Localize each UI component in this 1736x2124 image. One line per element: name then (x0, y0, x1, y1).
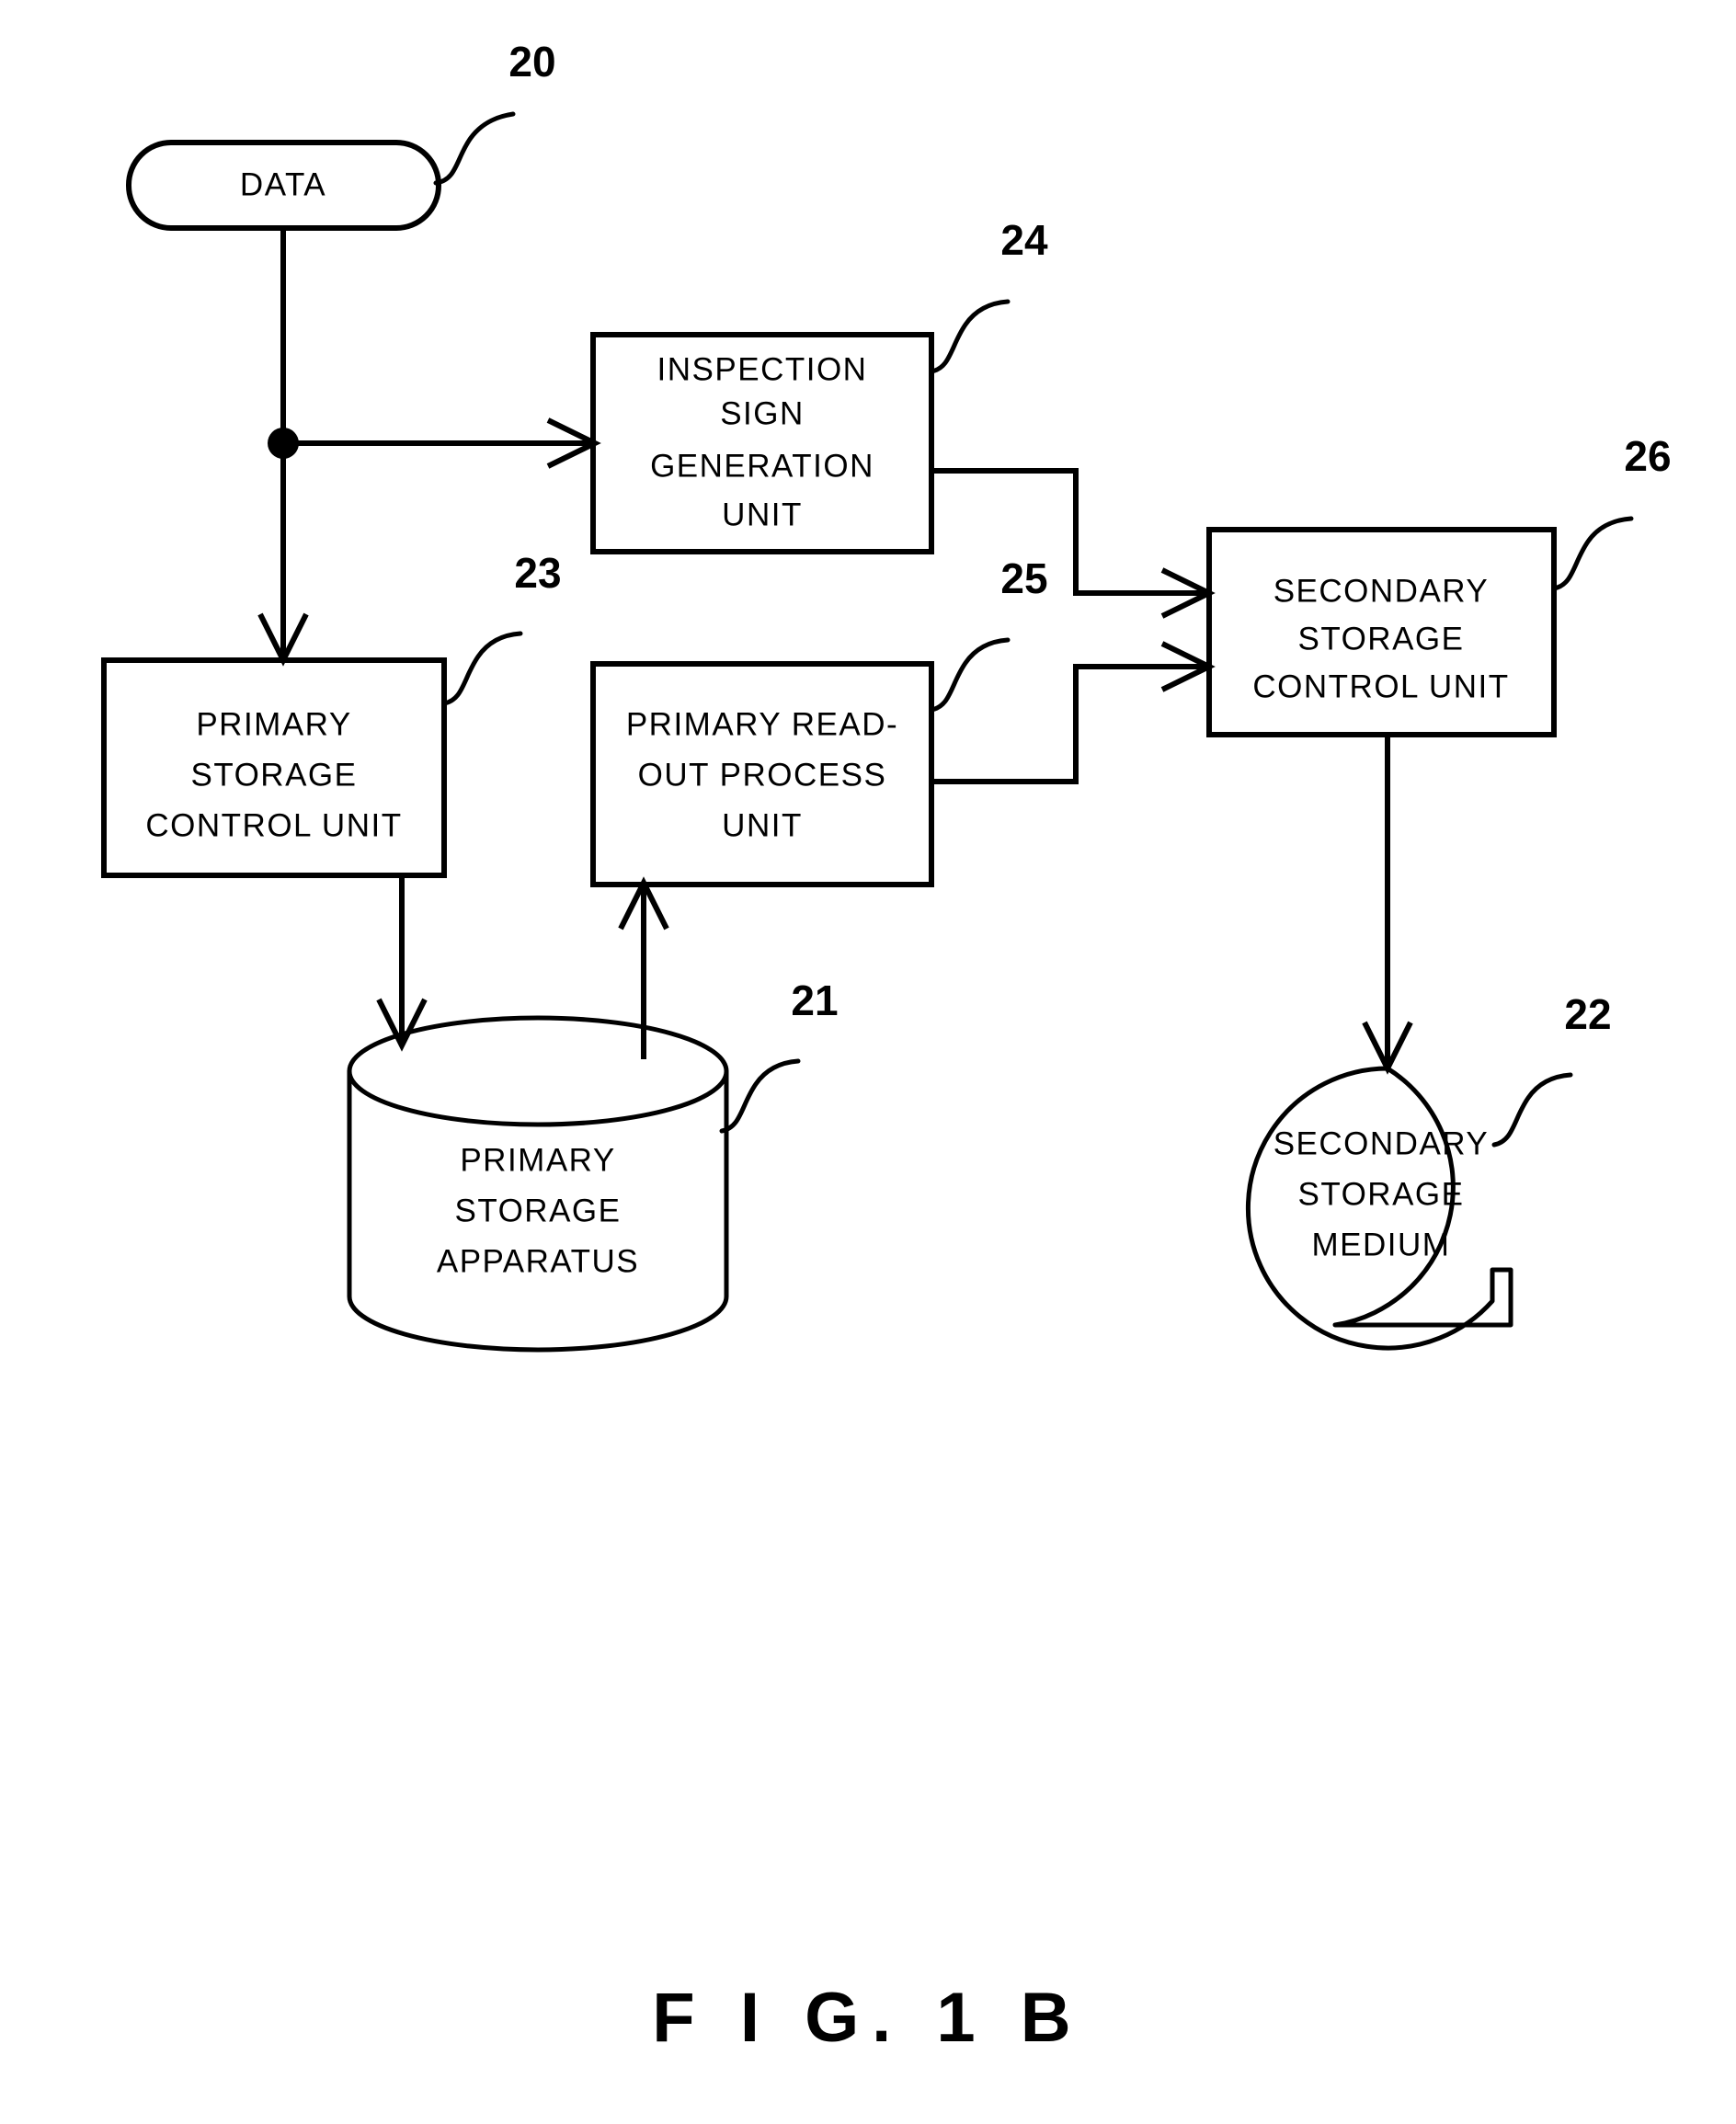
node-inspection-sign-generation-unit[interactable]: INSPECTION SIGN GENERATION UNIT (590, 332, 934, 554)
ref-number-24: 24 (1000, 216, 1048, 264)
inspection-label-line3: GENERATION (650, 448, 874, 484)
leader-line-26 (1551, 516, 1634, 591)
connector-junction-to-primary-storage-control-unit (257, 443, 309, 667)
inspection-label-line2: SIGN (720, 395, 805, 431)
leader-line-23 (441, 631, 523, 706)
data-label-line1: DATA (240, 166, 326, 202)
primary-storage-apparatus-label-line2: STORAGE (454, 1193, 621, 1228)
node-data[interactable]: DATA (126, 140, 441, 231)
ref-number-20: 20 (508, 38, 555, 86)
patent-figure: DATA INSPECTION SIGN GENERATION UNIT PRI… (0, 0, 1736, 2124)
connector-line (931, 664, 1207, 784)
node-primary-read-out-process-unit[interactable]: PRIMARY READ- OUT PROCESS UNIT (590, 661, 934, 887)
ref-number-26: 26 (1624, 432, 1671, 480)
figure-caption: F I G. 1 B (652, 1979, 1083, 2057)
connector-inspection-to-secondary-storage-control-unit (931, 468, 1216, 619)
primary-storage-control-label-line2: STORAGE (190, 757, 357, 793)
ref-number-22: 22 (1564, 990, 1611, 1038)
primary-read-out-label-line1: PRIMARY READ- (626, 706, 898, 742)
ref-number-23: 23 (514, 549, 561, 597)
secondary-storage-control-label-line1: SECONDARY (1273, 573, 1490, 609)
node-primary-storage-control-unit[interactable]: PRIMARY STORAGE CONTROL UNIT (101, 657, 447, 878)
primary-read-out-label-line3: UNIT (722, 807, 803, 843)
inspection-label-line4: UNIT (722, 497, 803, 532)
primary-read-out-label-line2: OUT PROCESS (638, 757, 887, 793)
primary-storage-control-label-line1: PRIMARY (196, 706, 351, 742)
connector-readout-to-secondary-storage-control-unit (931, 641, 1216, 784)
leader-line-20 (433, 111, 516, 186)
junction-dot (268, 428, 299, 459)
ref-callout-26: 26 (1551, 432, 1672, 591)
primary-storage-apparatus-label-line1: PRIMARY (460, 1142, 615, 1178)
ref-callout-24: 24 (929, 216, 1048, 374)
connector-junction-to-inspection-sign-generation-unit (283, 417, 601, 469)
connector-secondary-storage-control-unit-to-medium (1362, 735, 1413, 1075)
block-diagram: DATA INSPECTION SIGN GENERATION UNIT PRI… (101, 38, 1672, 2057)
leader-line-21 (719, 1058, 801, 1134)
primary-storage-apparatus-label-line3: APPARATUS (437, 1243, 639, 1279)
secondary-storage-medium-label-line3: MEDIUM (1312, 1227, 1451, 1262)
secondary-storage-control-label-line2: STORAGE (1297, 621, 1464, 657)
leader-line-22 (1491, 1072, 1573, 1148)
ref-callout-21: 21 (719, 976, 839, 1134)
secondary-storage-medium-label-line2: STORAGE (1297, 1176, 1464, 1212)
connector-primary-storage-control-unit-to-apparatus (376, 875, 428, 1052)
secondary-storage-control-label-line3: CONTROL UNIT (1252, 668, 1509, 704)
node-secondary-storage-control-unit[interactable]: SECONDARY STORAGE CONTROL UNIT (1206, 527, 1557, 737)
node-secondary-storage-medium[interactable]: SECONDARY STORAGE MEDIUM (1245, 1066, 1513, 1351)
ref-number-25: 25 (1000, 554, 1047, 602)
primary-storage-apparatus-top-shape (347, 1015, 729, 1127)
secondary-storage-medium-label-line1: SECONDARY (1273, 1125, 1490, 1161)
ref-callout-22: 22 (1491, 990, 1612, 1148)
ref-callout-25: 25 (929, 554, 1048, 713)
ref-callout-23: 23 (441, 549, 562, 706)
leader-line-24 (929, 299, 1011, 374)
inspection-label-line1: INSPECTION (657, 351, 868, 387)
ref-number-21: 21 (791, 976, 838, 1024)
ref-callout-20: 20 (433, 38, 556, 186)
leader-line-25 (929, 637, 1011, 713)
primary-storage-control-label-line3: CONTROL UNIT (145, 807, 402, 843)
node-primary-storage-apparatus[interactable]: PRIMARY STORAGE APPARATUS (347, 1015, 729, 1353)
